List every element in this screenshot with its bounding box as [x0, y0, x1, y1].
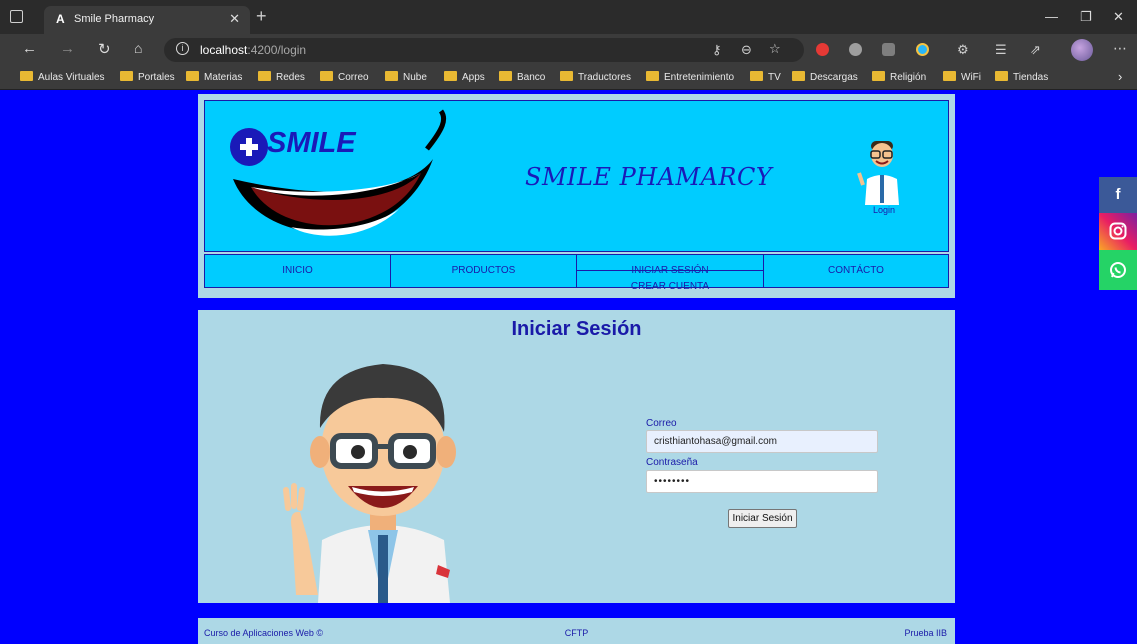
folder-icon: [750, 71, 763, 81]
favorites-icon[interactable]: ☰: [995, 42, 1007, 58]
back-icon[interactable]: ←: [22, 40, 37, 57]
zoom-icon[interactable]: ⊖: [741, 42, 752, 58]
footer-note: Prueba IIB: [904, 628, 947, 638]
more-menu-icon[interactable]: ⋯: [1113, 40, 1127, 57]
email-field[interactable]: [646, 430, 878, 453]
password-label: Contraseña: [646, 457, 698, 468]
new-tab-icon[interactable]: +: [256, 6, 267, 26]
reload-icon[interactable]: ↻: [98, 40, 111, 58]
url-text: localhost:4200/login: [200, 43, 307, 57]
folder-icon: [258, 71, 271, 81]
footer-institution: CFTP: [564, 628, 589, 638]
folder-icon: [499, 71, 512, 81]
whatsapp-icon[interactable]: [1099, 250, 1137, 290]
bookmark-folder[interactable]: Descargas: [792, 71, 858, 83]
site-footer: Curso de Aplicaciones Web © CFTP Prueba …: [198, 618, 955, 644]
folder-icon: [872, 71, 885, 81]
browser-titlebar: A Smile Pharmacy ✕ + — ❐ ✕: [0, 0, 1137, 34]
site-header: SMILE SMILE PHAMARCY Login INICIO PRODUC…: [198, 94, 955, 298]
bookmark-folder[interactable]: Entretenimiento: [646, 71, 734, 83]
address-bar[interactable]: i localhost:4200/login ⚷ ⊖ ☆: [164, 38, 804, 62]
favorite-star-icon[interactable]: ☆: [769, 41, 781, 57]
bookmark-folder[interactable]: TV: [750, 71, 781, 83]
extension-video-icon[interactable]: [916, 43, 929, 56]
bookmarks-bar: Aulas Virtuales Portales Materias Redes …: [0, 66, 1137, 90]
bookmark-folder[interactable]: Aulas Virtuales: [20, 71, 105, 83]
password-field[interactable]: [646, 470, 878, 493]
folder-icon: [444, 71, 457, 81]
share-icon[interactable]: ⇗: [1030, 42, 1041, 58]
doctor-illustration: [283, 364, 456, 603]
bookmark-folder[interactable]: Apps: [444, 71, 485, 83]
folder-icon: [320, 71, 333, 81]
bookmarks-overflow-icon[interactable]: ›: [1118, 69, 1122, 84]
facebook-icon[interactable]: f: [1099, 177, 1137, 213]
folder-icon: [995, 71, 1008, 81]
folder-icon: [120, 71, 133, 81]
minimize-icon[interactable]: —: [1045, 9, 1058, 24]
login-heading: Iniciar Sesión: [511, 318, 642, 340]
folder-icon: [943, 71, 956, 81]
folder-icon: [385, 71, 398, 81]
extension-translate-icon[interactable]: [882, 43, 895, 56]
email-label: Correo: [646, 418, 677, 429]
key-icon[interactable]: ⚷: [712, 42, 722, 58]
tab-favicon: A: [56, 12, 65, 26]
nav-item-register[interactable]: CREAR CUENTA: [577, 271, 763, 292]
tab-title: Smile Pharmacy: [74, 13, 155, 25]
bookmark-folder[interactable]: Religión: [872, 71, 926, 83]
bookmark-folder[interactable]: Portales: [120, 71, 175, 83]
browser-tab[interactable]: A Smile Pharmacy ✕: [44, 6, 250, 34]
folder-icon: [646, 71, 659, 81]
bookmark-folder[interactable]: Materias: [186, 71, 242, 83]
extensions-icon[interactable]: ⚙: [957, 42, 969, 58]
doctor-avatar-icon[interactable]: [857, 135, 903, 205]
main-nav: INICIO PRODUCTOS INICIAR SESIÓN CREAR CU…: [204, 254, 949, 292]
tab-actions-icon[interactable]: [10, 10, 23, 23]
bookmark-folder[interactable]: Tiendas: [995, 71, 1048, 83]
nav-item-products[interactable]: PRODUCTOS: [390, 254, 577, 288]
logo-text: SMILE: [267, 127, 356, 159]
tab-close-icon[interactable]: ✕: [229, 11, 240, 27]
bookmark-folder[interactable]: Nube: [385, 71, 427, 83]
nav-item-account: INICIAR SESIÓN CREAR CUENTA: [576, 254, 764, 292]
header-login-link[interactable]: Login: [873, 205, 895, 215]
login-submit-button[interactable]: Iniciar Sesión: [728, 509, 797, 528]
folder-icon: [186, 71, 199, 81]
header-banner: SMILE SMILE PHAMARCY Login: [204, 100, 949, 252]
forward-icon[interactable]: →: [60, 40, 75, 57]
folder-icon: [792, 71, 805, 81]
page-body: SMILE SMILE PHAMARCY Login INICIO PRODUC…: [8, 90, 1137, 644]
login-panel: Iniciar Sesión Correo Contraseña Iniciar: [198, 310, 955, 603]
bookmark-folder[interactable]: Traductores: [560, 71, 631, 83]
bookmark-folder[interactable]: Correo: [320, 71, 369, 83]
site-info-icon[interactable]: i: [176, 42, 189, 55]
extension-grammar-icon[interactable]: [849, 43, 862, 56]
restore-icon[interactable]: ❐: [1080, 9, 1092, 25]
extension-adblock-icon[interactable]: [816, 43, 829, 56]
nav-item-contact[interactable]: CONTÁCTO: [763, 254, 949, 288]
profile-avatar[interactable]: [1071, 39, 1093, 61]
browser-toolbar: ← → ↻ ⌂ i localhost:4200/login ⚷ ⊖ ☆ ⚙ ☰…: [0, 34, 1137, 66]
site-title: SMILE PHAMARCY: [525, 163, 773, 191]
bookmark-folder[interactable]: WiFi: [943, 71, 981, 83]
nav-item-login[interactable]: INICIAR SESIÓN: [577, 255, 763, 276]
close-window-icon[interactable]: ✕: [1113, 9, 1124, 25]
folder-icon: [560, 71, 573, 81]
instagram-icon[interactable]: [1099, 213, 1137, 250]
bookmark-folder[interactable]: Redes: [258, 71, 305, 83]
nav-item-home[interactable]: INICIO: [204, 254, 391, 288]
home-icon[interactable]: ⌂: [134, 40, 142, 56]
folder-icon: [20, 71, 33, 81]
bookmark-folder[interactable]: Banco: [499, 71, 545, 83]
